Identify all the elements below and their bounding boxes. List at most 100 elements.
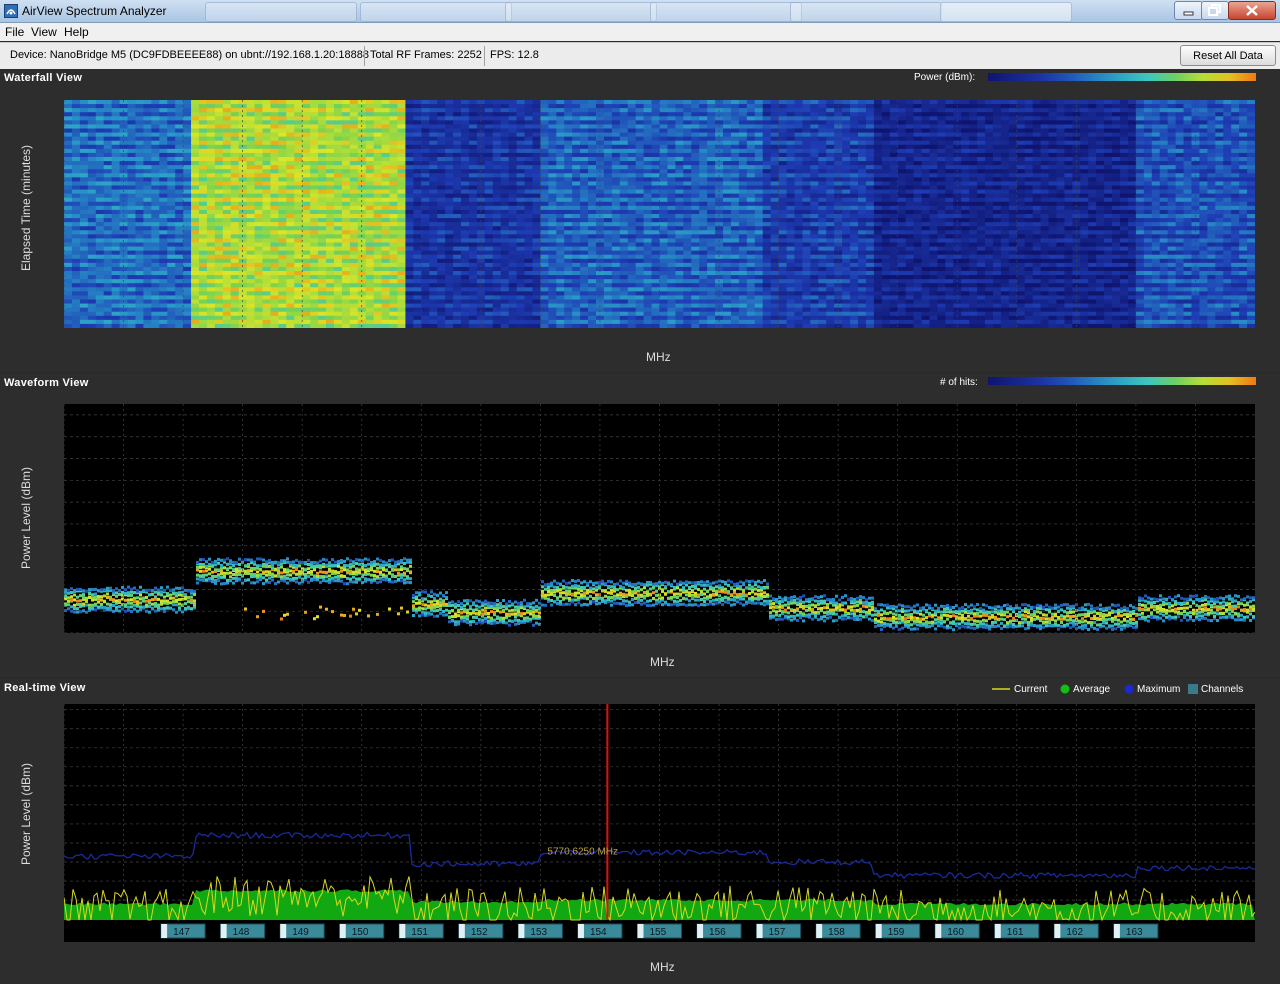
- waterfall-cell: [762, 112, 772, 117]
- waterfall-cell: [405, 218, 414, 223]
- waterfall-cell: [913, 128, 923, 134]
- waterfall-cell: [159, 230, 168, 235]
- waterfall-cell: [135, 185, 144, 191]
- waterfall-cell: [524, 148, 534, 154]
- waterfall-cell: [786, 161, 796, 166]
- minimize-button[interactable]: [1174, 1, 1203, 20]
- waterfall-cell: [278, 197, 287, 203]
- waterfall-cell: [405, 189, 414, 195]
- waterfall-cell: [294, 173, 303, 178]
- menu-view[interactable]: View: [31, 25, 57, 39]
- waterfall-cell: [707, 165, 716, 170]
- waterfall-cell: [429, 173, 438, 178]
- waterfall-cell: [881, 152, 891, 158]
- waterfall-cell: [111, 201, 121, 207]
- waterfall-cell: [143, 120, 152, 126]
- waterfall-cell: [1223, 152, 1232, 158]
- waterfall-cell: [667, 177, 676, 183]
- waterfall-cell: [1032, 132, 1042, 138]
- waterfall-cell: [326, 108, 335, 113]
- waterfall-cell: [1056, 201, 1066, 207]
- waterfall-cell: [548, 152, 557, 158]
- waterfall-cell: [818, 222, 827, 227]
- waterfall-cell: [1223, 169, 1232, 174]
- waterfall-cell: [691, 108, 700, 113]
- waterfall-cell: [723, 185, 732, 191]
- waterfall-cell: [611, 173, 621, 178]
- waterfall-cell: [1247, 169, 1255, 174]
- waterfall-cell: [770, 165, 780, 170]
- waterfall-cell: [461, 222, 470, 227]
- waterfall-cell: [127, 189, 137, 195]
- waterfall-cell: [151, 112, 160, 117]
- waterfall-cell: [619, 161, 629, 166]
- waterfall-cell: [103, 230, 113, 235]
- waterfall-cell: [826, 173, 835, 178]
- waterfall-cell: [333, 104, 343, 109]
- menu-help[interactable]: Help: [64, 25, 89, 39]
- waterfall-cell: [270, 177, 279, 183]
- waterfall-cell: [603, 108, 613, 113]
- waterfall-cell: [627, 104, 637, 109]
- waterfall-cell: [564, 193, 573, 199]
- waterfall-cell: [508, 112, 518, 117]
- menu-file[interactable]: File: [5, 25, 24, 39]
- waterfall-cell: [206, 108, 216, 113]
- waterfall-cell: [516, 201, 526, 207]
- waterfall-cell: [461, 230, 470, 235]
- waterfall-cell: [1207, 132, 1216, 138]
- waterfall-cell: [850, 169, 859, 174]
- waterfall-cell: [540, 205, 549, 211]
- waterfall-plot[interactable]: [64, 100, 1255, 328]
- waterfall-cell: [1215, 177, 1224, 183]
- waterfall-cell: [167, 100, 176, 105]
- waterfall-cell: [341, 100, 351, 105]
- waterfall-cell: [516, 173, 526, 178]
- waterfall-cell: [858, 161, 867, 166]
- waterfall-cell: [1143, 181, 1153, 187]
- waterfall-cell: [707, 169, 716, 174]
- waterfall-cell: [683, 214, 692, 219]
- waterfall-cell: [540, 226, 549, 231]
- waterfall-cell: [413, 222, 422, 227]
- waterfall-cell: [659, 218, 669, 223]
- waterfall-cell: [286, 140, 295, 146]
- waterfall-cell: [103, 189, 113, 195]
- waterfall-cell: [294, 124, 303, 130]
- waterfall-cell: [246, 218, 256, 223]
- waterfall-cell: [611, 144, 621, 150]
- waterfall-cell: [373, 140, 383, 146]
- waterfall-cell: [723, 124, 732, 130]
- waterfall-cell: [1080, 173, 1089, 178]
- waterfall-cell: [1056, 120, 1066, 126]
- waterfall-cell: [1167, 128, 1177, 134]
- waterfall-cell: [381, 165, 391, 170]
- waterfall-cell: [389, 201, 399, 207]
- waterfall-cell: [588, 189, 597, 195]
- waterfall-cell: [1207, 120, 1216, 126]
- waterfall-cell: [294, 128, 303, 134]
- close-button[interactable]: [1228, 1, 1276, 20]
- waterfall-cell: [929, 157, 938, 162]
- waterfall-cell: [532, 193, 541, 199]
- waterfall-cell: [691, 185, 700, 191]
- title-bar[interactable]: AirView Spectrum Analyzer: [0, 0, 1280, 23]
- waterfall-cell: [540, 108, 549, 113]
- waterfall-cell: [1167, 222, 1177, 227]
- waterfall-cell: [516, 193, 526, 199]
- waterfall-cell: [222, 169, 232, 174]
- waterfall-cell: [1000, 173, 1010, 178]
- waterfall-cell: [1135, 193, 1145, 199]
- waterfall-cell: [532, 161, 541, 166]
- waterfall-cell: [445, 173, 454, 178]
- waterfall-cell: [746, 173, 756, 178]
- reset-all-data-button[interactable]: Reset All Data: [1180, 45, 1276, 66]
- maximize-button[interactable]: [1201, 1, 1229, 20]
- waterfall-cell: [1223, 108, 1232, 113]
- waterfall-cell: [619, 104, 629, 109]
- waterfall-cell: [175, 189, 184, 195]
- waterfall-cell: [675, 124, 684, 130]
- waterfall-cell: [468, 197, 478, 203]
- waterfall-cell: [175, 144, 184, 150]
- waterfall-cell: [881, 128, 891, 134]
